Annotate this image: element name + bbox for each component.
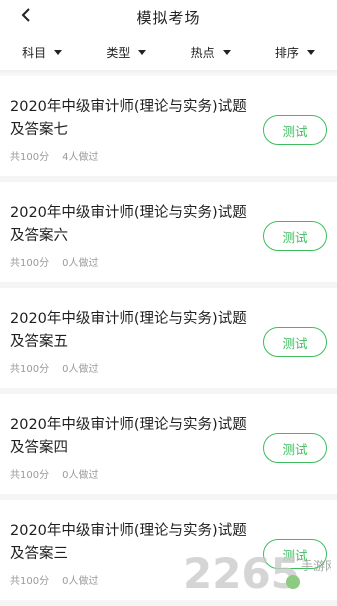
exam-meta: 共100分 0人做过 — [10, 360, 98, 375]
filter-label: 热点 — [190, 45, 215, 60]
test-button[interactable]: 测试 — [263, 327, 327, 357]
filter-label: 科目 — [22, 45, 47, 60]
filter-subject[interactable]: 科目 — [0, 44, 84, 61]
caret-down-icon — [222, 49, 231, 55]
exam-total-score: 共100分 — [10, 152, 50, 163]
filter-label: 排序 — [274, 45, 299, 60]
filter-hot[interactable]: 热点 — [169, 44, 253, 61]
exam-title: 2020年中级审计师(理论与实务)试题及答案五 — [10, 311, 247, 350]
filter-bar: 科目 类型 热点 排序 — [0, 34, 337, 70]
exam-meta: 共100分 0人做过 — [10, 572, 98, 587]
exam-total-score: 共100分 — [10, 576, 50, 587]
exam-title: 2020年中级审计师(理论与实务)试题及答案六 — [10, 205, 247, 244]
exam-done-count: 0人做过 — [62, 576, 99, 587]
list-item[interactable]: 2020年中级审计师(理论与实务)试题及答案七 共100分 4人做过 测试 — [0, 76, 337, 182]
watermark-text: 2265 — [183, 549, 300, 594]
exam-total-score: 共100分 — [10, 258, 50, 269]
test-button[interactable]: 测试 — [263, 433, 327, 463]
exam-list: 2020年中级审计师(理论与实务)试题及答案七 共100分 4人做过 测试 20… — [0, 76, 337, 606]
exam-done-count: 4人做过 — [62, 152, 99, 163]
caret-down-icon — [138, 49, 147, 55]
exam-title: 2020年中级审计师(理论与实务)试题及答案四 — [10, 417, 247, 456]
list-item[interactable]: 2020年中级审计师(理论与实务)试题及答案六 共100分 0人做过 测试 — [0, 182, 337, 288]
list-item[interactable]: 2020年中级审计师(理论与实务)试题及答案五 共100分 0人做过 测试 — [0, 288, 337, 394]
filter-label: 类型 — [106, 45, 131, 60]
filter-sort[interactable]: 排序 — [253, 44, 337, 61]
exam-done-count: 0人做过 — [62, 258, 99, 269]
list-item[interactable]: 2020年中级审计师(理论与实务)试题及答案四 共100分 0人做过 测试 — [0, 394, 337, 500]
exam-total-score: 共100分 — [10, 364, 50, 375]
test-button[interactable]: 测试 — [263, 221, 327, 251]
exam-done-count: 0人做过 — [62, 470, 99, 481]
exam-title: 2020年中级审计师(理论与实务)试题及答案七 — [10, 99, 247, 138]
caret-down-icon — [306, 49, 315, 55]
header-bar: 模拟考场 — [0, 0, 337, 34]
page-title: 模拟考场 — [136, 9, 201, 27]
exam-meta: 共100分 0人做过 — [10, 254, 98, 269]
filter-type[interactable]: 类型 — [84, 44, 168, 61]
caret-down-icon — [54, 49, 63, 55]
watermark-subtext: 手游网 — [301, 559, 331, 573]
exam-meta: 共100分 4人做过 — [10, 148, 98, 163]
exam-total-score: 共100分 — [10, 470, 50, 481]
exam-done-count: 0人做过 — [62, 364, 99, 375]
watermark-logo: 2265 手游网 — [181, 548, 337, 598]
test-button[interactable]: 测试 — [263, 115, 327, 145]
exam-meta: 共100分 0人做过 — [10, 466, 98, 481]
